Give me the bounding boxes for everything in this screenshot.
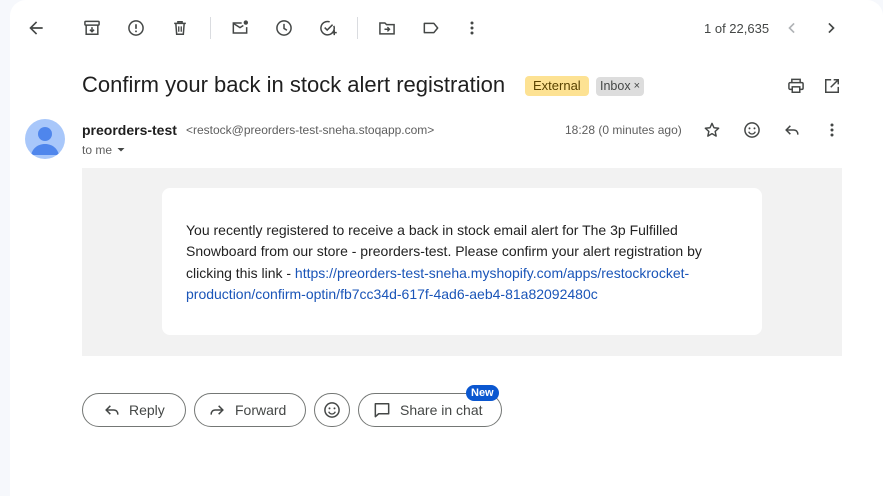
back-button[interactable]	[20, 12, 52, 44]
emoji-icon	[324, 402, 340, 418]
open-in-new-icon	[825, 79, 839, 93]
toolbar-divider	[210, 17, 211, 39]
inbox-label: Inbox ×	[596, 77, 645, 96]
more-vert-icon	[470, 21, 474, 35]
caret-down-icon	[117, 148, 125, 152]
recipient-text: to me	[82, 143, 113, 157]
forward-label: Forward	[235, 402, 287, 418]
delete-button[interactable]	[164, 12, 196, 44]
chat-icon	[374, 403, 390, 418]
new-badge: New	[466, 385, 499, 401]
remove-label-button[interactable]: ×	[634, 77, 640, 96]
trash-icon	[174, 21, 186, 35]
star-icon	[704, 122, 720, 137]
mark-unread-button[interactable]	[224, 12, 256, 44]
share-in-chat-label: Share in chat	[400, 402, 483, 418]
email-body-text: You recently registered to receive a bac…	[186, 220, 746, 305]
email-body-card: You recently registered to receive a bac…	[162, 188, 762, 335]
reply-label: Reply	[129, 402, 165, 418]
print-button[interactable]	[780, 70, 812, 102]
older-button[interactable]	[815, 12, 847, 44]
reply-button[interactable]: Reply	[82, 393, 186, 427]
reply-icon	[105, 405, 119, 415]
arrow-left-icon	[29, 21, 43, 35]
report-spam-icon	[128, 20, 144, 36]
add-reaction-button[interactable]	[736, 114, 768, 146]
reply-icon	[785, 125, 799, 135]
snooze-button[interactable]	[268, 12, 300, 44]
reply-icon-button[interactable]	[776, 114, 808, 146]
add-task-icon	[320, 20, 337, 36]
report-spam-button[interactable]	[120, 12, 152, 44]
emoji-icon	[744, 122, 760, 138]
toolbar-divider	[357, 17, 358, 39]
open-in-new-window-button[interactable]	[816, 70, 848, 102]
mark-unread-icon	[232, 20, 248, 34]
add-to-tasks-button[interactable]	[312, 12, 344, 44]
pagination-count: 1 of 22,635	[704, 21, 770, 36]
clock-icon	[276, 20, 292, 36]
labels-button[interactable]	[415, 12, 447, 44]
archive-button[interactable]	[76, 12, 108, 44]
inbox-label-text: Inbox	[600, 79, 631, 93]
recipient-details[interactable]: to me	[82, 143, 126, 157]
newer-button[interactable]	[776, 12, 808, 44]
archive-icon	[84, 20, 100, 35]
chevron-right-icon	[828, 22, 835, 34]
email-subject: Confirm your back in stock alert registr…	[82, 72, 506, 97]
forward-icon	[210, 405, 224, 415]
react-button[interactable]	[314, 393, 350, 427]
sender-name: preorders-test	[82, 122, 177, 138]
email-timestamp: 18:28 (0 minutes ago)	[565, 123, 682, 137]
sender-email: <restock@preorders-test-sneha.stoqapp.co…	[186, 123, 435, 137]
print-icon	[788, 78, 804, 93]
forward-button[interactable]: Forward	[194, 393, 306, 427]
sender-avatar[interactable]	[25, 119, 65, 159]
message-more-button[interactable]	[816, 114, 848, 146]
move-to-folder-icon	[379, 22, 395, 35]
external-label: External	[525, 76, 589, 96]
move-to-button[interactable]	[371, 12, 403, 44]
person-icon	[31, 127, 59, 155]
chevron-left-icon	[788, 22, 795, 34]
star-button[interactable]	[696, 114, 728, 146]
more-options-button[interactable]	[456, 12, 488, 44]
label-icon	[423, 22, 439, 34]
more-vert-icon	[830, 123, 834, 137]
